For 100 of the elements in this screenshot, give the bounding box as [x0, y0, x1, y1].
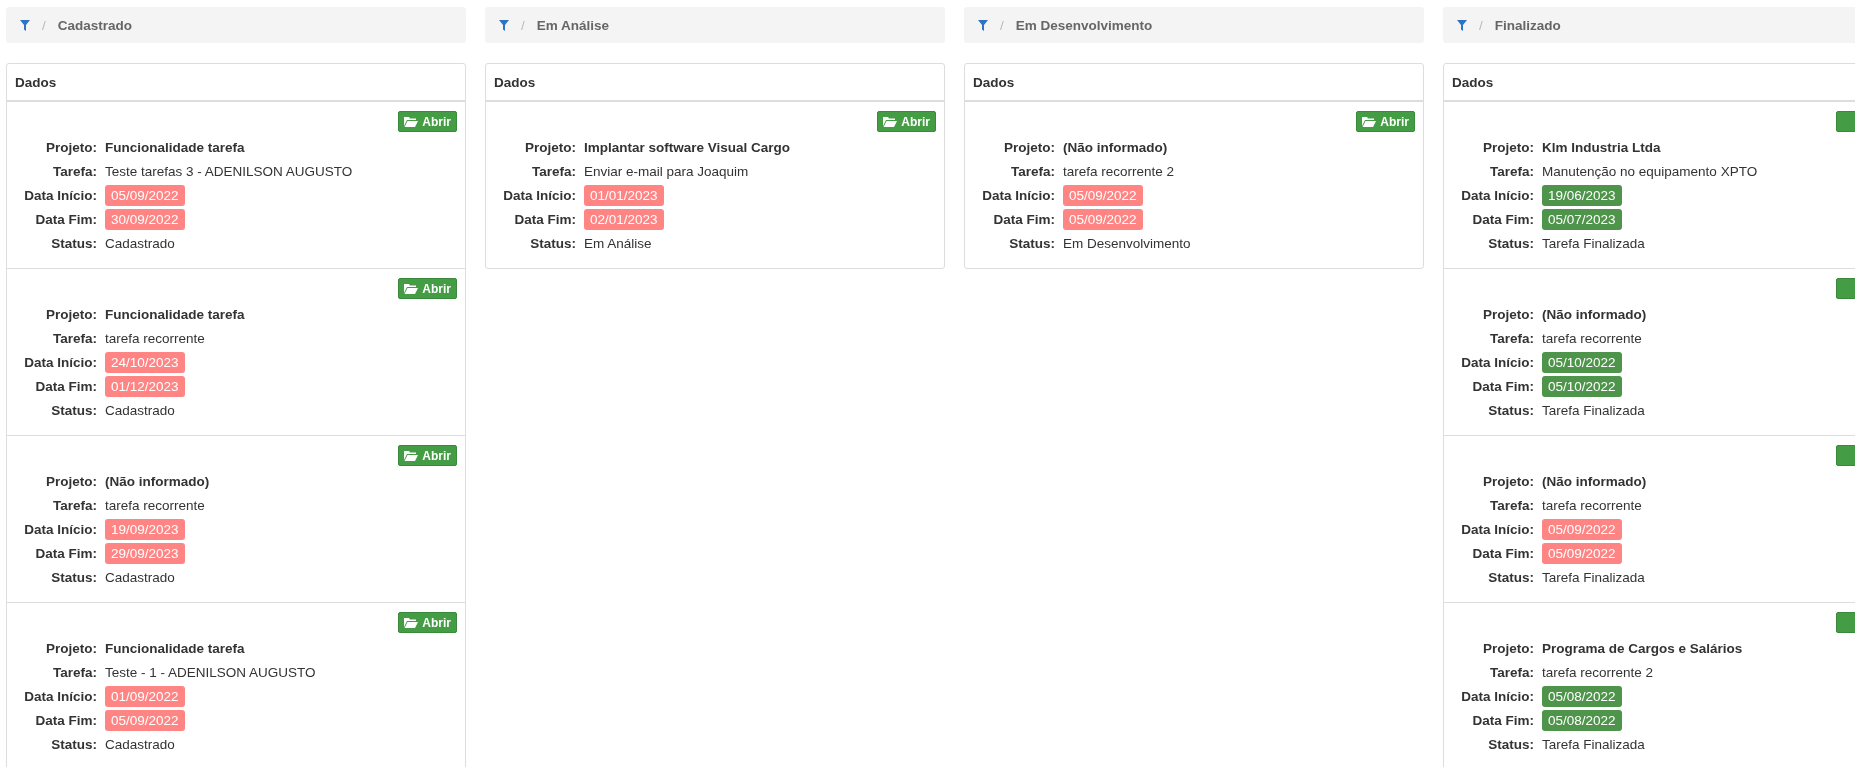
field-value: (Não informado): [1063, 140, 1168, 155]
field-label: Data Fim:: [1471, 212, 1534, 227]
field-label: Data Início:: [23, 188, 97, 203]
open-button[interactable]: Abrir: [398, 111, 457, 132]
date-badge: 01/01/2023: [584, 185, 664, 206]
field-label: Status:: [1487, 403, 1534, 418]
field-label: Projeto:: [45, 140, 97, 155]
field-value: Tarefa Finalizada: [1542, 236, 1645, 251]
field-label: Data Fim:: [34, 212, 97, 227]
date-badge: 05/07/2023: [1542, 209, 1622, 230]
field-value: tarefa recorrente: [105, 331, 205, 346]
breadcrumb-title: Em Desenvolvimento: [1015, 17, 1153, 33]
filter-icon[interactable]: [499, 19, 509, 31]
field-label: Tarefa:: [531, 164, 576, 179]
date-badge: 29/09/2023: [105, 543, 185, 564]
field-label: Projeto:: [45, 641, 97, 656]
field-value: Em Desenvolvimento: [1063, 236, 1191, 251]
field-value: Programa de Cargos e Salários: [1542, 641, 1743, 656]
field-label: Data Início:: [981, 188, 1055, 203]
field-label: Projeto:: [524, 140, 576, 155]
filter-icon[interactable]: [1457, 19, 1467, 31]
field-value: Cadastrado: [105, 570, 175, 585]
date-badge: 30/09/2022: [105, 209, 185, 230]
field-label: Data Fim:: [34, 546, 97, 561]
folder-icon: [404, 116, 419, 127]
field-label: Data Início:: [23, 355, 97, 370]
date-badge: 05/09/2022: [1063, 185, 1143, 206]
date-badge: 19/06/2023: [1542, 185, 1622, 206]
field-label: Status:: [50, 737, 97, 752]
field-value: Em Análise: [584, 236, 652, 251]
open-button[interactable]: Abrir: [398, 445, 457, 466]
folder-icon: [404, 450, 419, 461]
folder-icon: [404, 617, 419, 628]
field-label: Tarefa:: [1489, 498, 1534, 513]
field-value: Enviar e-mail para Joaquim: [584, 164, 749, 179]
date-badge: 05/09/2022: [1542, 519, 1622, 540]
field-value: (Não informado): [1542, 474, 1647, 489]
field-value: tarefa recorrente: [105, 498, 205, 513]
date-badge: 19/09/2023: [105, 519, 185, 540]
open-button[interactable]: Abrir: [877, 111, 936, 132]
filter-icon[interactable]: [20, 19, 30, 31]
field-label: Data Início:: [1460, 188, 1534, 203]
field-label: Tarefa:: [52, 498, 97, 513]
field-label: Status:: [50, 236, 97, 251]
breadcrumb-separator: /: [1000, 17, 1004, 33]
field-value: Funcionalidade tarefa: [105, 140, 245, 155]
field-label: Status:: [1487, 570, 1534, 585]
field-value: tarefa recorrente: [1542, 498, 1642, 513]
field-value: Teste - 1 - ADENILSON AUGUSTO: [105, 665, 316, 680]
field-label: Data Início:: [1460, 689, 1534, 704]
field-label: Tarefa:: [52, 164, 97, 179]
field-label: Status:: [50, 403, 97, 418]
field-label: Tarefa:: [1010, 164, 1055, 179]
date-badge: 05/09/2022: [105, 710, 185, 731]
date-badge: 05/08/2022: [1542, 686, 1622, 707]
field-value: Klm Industria Ltda: [1542, 140, 1661, 155]
date-badge: 05/09/2022: [1542, 543, 1622, 564]
field-value: Tarefa Finalizada: [1542, 570, 1645, 585]
field-value: Teste tarefas 3 - ADENILSON AUGUSTO: [105, 164, 353, 179]
field-value: Tarefa Finalizada: [1542, 403, 1645, 418]
field-value: (Não informado): [1542, 307, 1647, 322]
field-value: Cadastrado: [105, 403, 175, 418]
field-label: Data Início:: [23, 522, 97, 537]
field-label: Data Fim:: [992, 212, 1055, 227]
open-button[interactable]: Abrir: [1356, 111, 1415, 132]
field-value: Manutenção no equipamento XPTO: [1542, 164, 1758, 179]
folder-icon: [883, 116, 898, 127]
breadcrumb-title: Cadastrado: [57, 17, 133, 33]
field-label: Data Fim:: [34, 713, 97, 728]
folder-icon: [404, 283, 419, 294]
breadcrumb-title: Em Análise: [536, 17, 610, 33]
field-label: Status:: [50, 570, 97, 585]
field-value: tarefa recorrente: [1542, 331, 1642, 346]
date-badge: 24/10/2023: [105, 352, 185, 373]
field-label: Projeto:: [45, 474, 97, 489]
field-label: Data Fim:: [34, 379, 97, 394]
open-button[interactable]: Abrir: [398, 612, 457, 633]
field-label: Data Fim:: [513, 212, 576, 227]
field-label: Data Início:: [1460, 355, 1534, 370]
field-label: Projeto:: [1482, 474, 1534, 489]
field-label: Status:: [529, 236, 576, 251]
field-label: Tarefa:: [52, 331, 97, 346]
field-label: Status:: [1487, 737, 1534, 752]
field-value: Cadastrado: [105, 737, 175, 752]
field-label: Tarefa:: [1489, 164, 1534, 179]
field-label: Projeto:: [45, 307, 97, 322]
open-button[interactable]: Abrir: [398, 278, 457, 299]
field-value: tarefa recorrente 2: [1542, 665, 1654, 680]
date-badge: 05/09/2022: [105, 185, 185, 206]
date-badge: 05/08/2022: [1542, 710, 1622, 731]
field-value: Tarefa Finalizada: [1542, 737, 1645, 752]
field-label: Projeto:: [1482, 140, 1534, 155]
breadcrumb-separator: /: [521, 17, 525, 33]
breadcrumb-separator: /: [42, 17, 46, 33]
panel-title: Dados: [494, 74, 536, 90]
field-label: Data Fim:: [1471, 546, 1534, 561]
date-badge: 05/10/2022: [1542, 376, 1622, 397]
filter-icon[interactable]: [978, 19, 988, 31]
field-value: Cadastrado: [105, 236, 175, 251]
panel-title: Dados: [15, 74, 57, 90]
